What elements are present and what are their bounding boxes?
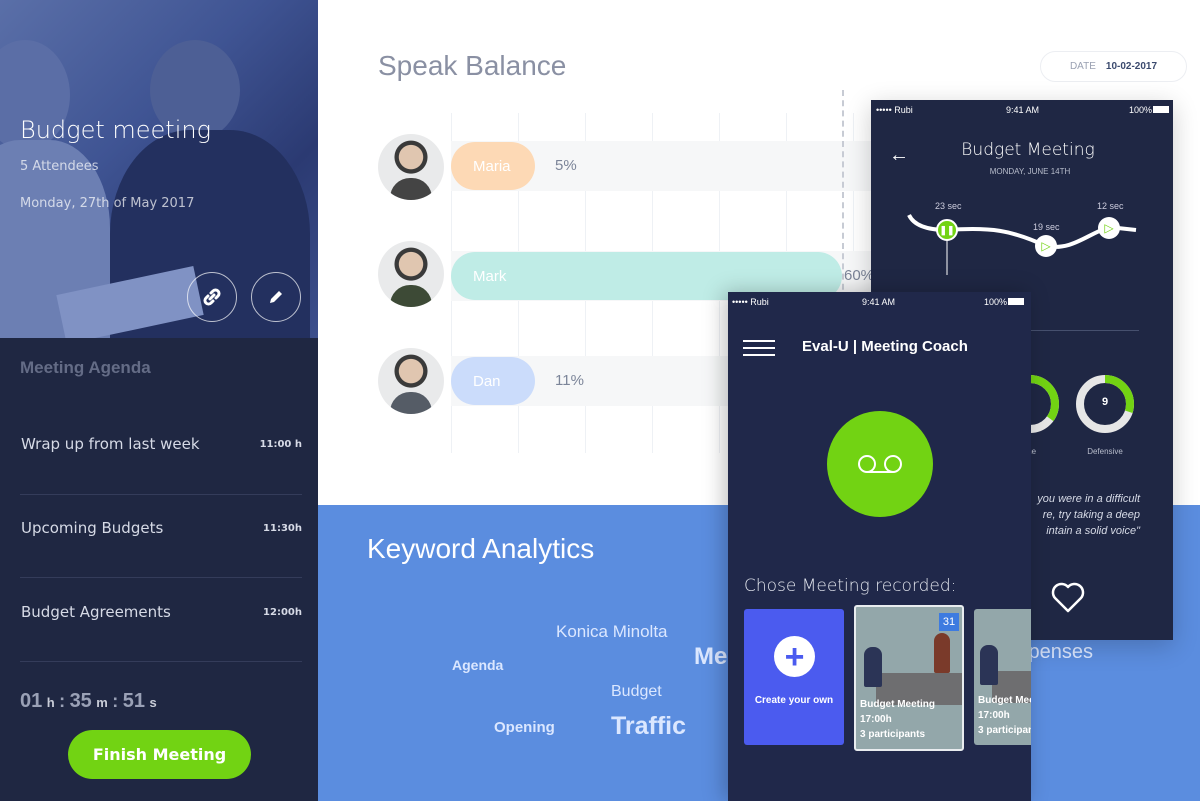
meeting-card[interactable]: 31 Budget Meeting 17:00h 3 participants — [854, 605, 964, 751]
hamburger-menu-icon[interactable] — [743, 340, 775, 356]
clock: 9:41 AM — [1006, 105, 1040, 115]
keyword: Budget — [611, 683, 662, 700]
battery: 100% — [1129, 105, 1153, 115]
timer-seconds: 51 — [122, 690, 145, 712]
play-icon: ▷ — [1041, 239, 1051, 253]
speak-percent: 5% — [555, 157, 577, 174]
timeline-label: 19 sec — [1033, 222, 1060, 232]
speak-percent: 11% — [555, 372, 584, 389]
keyword: Agenda — [452, 657, 504, 673]
plus-icon: + — [774, 636, 815, 677]
pause-icon: ❚❚ — [939, 224, 955, 235]
attendees-count: 5 Attendees — [20, 159, 99, 174]
section-title: Chose Meeting recorded: — [744, 576, 957, 596]
meeting-sidebar: Budget meeting 5 Attendees Monday, 27th … — [0, 0, 318, 801]
gauge-value: 9 — [1101, 396, 1109, 408]
voicemail-icon — [858, 455, 902, 473]
card-time: 17:00h — [978, 710, 1010, 721]
timer-s-unit: s — [149, 695, 157, 710]
keyword: Me — [694, 643, 728, 670]
avatar-mark — [378, 241, 444, 307]
play-button[interactable]: ▷ — [1098, 217, 1120, 239]
card-title: Budget Meeting — [978, 695, 1031, 706]
create-label: Create your own — [754, 695, 834, 706]
status-bar: ••••• Rubi 9:41 AM 100% — [871, 100, 1173, 118]
timeline-curve — [907, 213, 1137, 275]
keyword: Opening — [494, 719, 555, 736]
speak-balance-title: Speak Balance — [378, 50, 567, 81]
meeting-title: Budget meeting — [20, 116, 211, 144]
timer-m-unit: m — [96, 695, 108, 710]
edit-button[interactable] — [251, 272, 301, 322]
play-button[interactable]: ▷ — [1035, 235, 1057, 257]
agenda-item-name: Wrap up from last week — [21, 435, 200, 453]
calendar-icon: 31 — [939, 613, 959, 631]
battery-icon — [1153, 106, 1169, 113]
person-illustration — [864, 647, 882, 687]
meeting-photo: Budget meeting 5 Attendees Monday, 27th … — [0, 0, 318, 338]
battery: 100% — [984, 297, 1008, 307]
link-button[interactable] — [187, 272, 237, 322]
pencil-icon — [270, 291, 282, 303]
timer-h-unit: h — [46, 695, 55, 710]
timer-sep: : — [112, 691, 119, 711]
avatar-dan — [378, 348, 444, 414]
pause-button[interactable]: ❚❚ — [936, 219, 958, 241]
agenda-item-name: Budget Agreements — [21, 603, 171, 621]
agenda-item-time: 11:30h — [263, 523, 302, 534]
card-time: 17:00h — [860, 714, 892, 725]
detail-title: Budget Meeting — [961, 140, 1095, 160]
agenda-item-name: Upcoming Budgets — [21, 519, 164, 537]
keyword: Traffic — [611, 712, 687, 740]
avatar-maria — [378, 134, 444, 200]
keyword-analytics-title: Keyword Analytics — [367, 533, 595, 564]
coach-quote: you were in a difficult re, try taking a… — [1037, 491, 1140, 539]
timer-minutes: 35 — [69, 690, 92, 712]
speak-bar-maria: Maria — [451, 142, 535, 190]
speak-percent: 60% — [844, 267, 875, 284]
create-meeting-card[interactable]: + Create your own — [744, 609, 844, 745]
card-title: Budget Meeting — [860, 699, 935, 710]
timer-sep: : — [59, 691, 66, 711]
quote-line: intain a solid voice" — [1046, 525, 1140, 537]
app-title: Eval-U | Meeting Coach — [802, 338, 968, 355]
quote-line: re, try taking a deep — [1042, 509, 1140, 521]
link-icon — [203, 288, 221, 306]
gauge-label: Defensive — [1087, 447, 1123, 456]
meeting-coach-phone: ••••• Rubi 9:41 AM 100% Eval-U | Meeting… — [728, 292, 1031, 801]
finish-meeting-button[interactable]: Finish Meeting — [68, 730, 251, 779]
status-bar: ••••• Rubi 9:41 AM 100% — [728, 292, 1031, 310]
timeline-label: 12 sec — [1097, 201, 1124, 211]
person-illustration — [934, 633, 950, 673]
timeline-label: 23 sec — [935, 201, 962, 211]
agenda-item[interactable]: Upcoming Budgets 11:30h — [20, 519, 302, 578]
date-pill: DATE 10-02-2017 — [1040, 51, 1187, 82]
card-participants: 3 participants — [978, 725, 1031, 736]
carrier: ••••• Rubi — [876, 105, 913, 115]
agenda-item-time: 12:00h — [263, 607, 302, 618]
keyword: Konica Minolta — [556, 622, 668, 641]
agenda-item[interactable]: Wrap up from last week 11:00 h — [20, 435, 302, 495]
detail-date: MONDAY, JUNE 14TH — [989, 167, 1071, 176]
agenda-item[interactable]: Budget Agreements 12:00h — [20, 603, 302, 662]
agenda-title: Meeting Agenda — [20, 358, 151, 377]
speak-bar-dan: Dan — [451, 357, 535, 405]
meeting-date: Monday, 27th of May 2017 — [20, 196, 195, 211]
timer-hours: 01 — [20, 690, 43, 712]
card-participants: 3 participants — [860, 729, 926, 740]
heart-icon[interactable] — [1051, 582, 1085, 614]
quote-line: you were in a difficult — [1037, 493, 1140, 505]
date-label: DATE — [1069, 61, 1096, 72]
play-icon: ▷ — [1104, 221, 1114, 235]
meeting-timer: 01 h : 35 m : 51 s — [20, 690, 157, 713]
carrier: ••••• Rubi — [732, 297, 769, 307]
person-illustration — [980, 645, 998, 685]
date-value: 10-02-2017 — [1105, 61, 1158, 72]
meeting-card[interactable]: Budget Meeting 17:00h 3 participants — [974, 609, 1031, 745]
agenda-item-time: 11:00 h — [259, 439, 302, 450]
battery-icon — [1008, 298, 1024, 305]
record-button[interactable] — [827, 411, 933, 517]
clock: 9:41 AM — [862, 297, 896, 307]
